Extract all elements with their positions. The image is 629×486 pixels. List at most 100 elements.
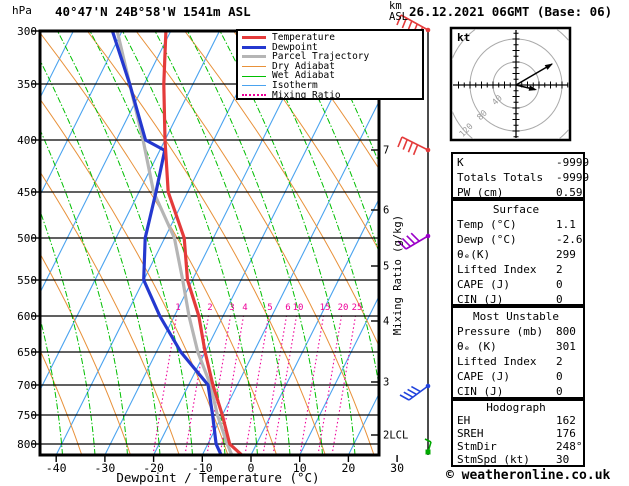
row-label: Temp (°C) [457, 218, 517, 231]
legend-item: Wet Adiabat [242, 71, 422, 81]
row-label: Totals Totals [457, 171, 544, 184]
table-row: CIN (J) 0 [457, 292, 583, 307]
legend-swatch [242, 85, 266, 87]
table-header: Most Unstable [472, 310, 560, 323]
table-row: Totals Totals -9999 [457, 170, 589, 185]
table-row: Pressure (mb) 800 [457, 324, 583, 339]
svg-text:3: 3 [229, 303, 234, 313]
svg-text:350: 350 [17, 78, 37, 91]
table-row: Lifted Index 2 [457, 262, 583, 277]
surface-table: Surface Temp (°C) 1.1 Dewp (°C) -2.6 θₑ(K) 299… [451, 199, 585, 306]
svg-text:25: 25 [352, 303, 363, 313]
svg-text:500: 500 [17, 232, 37, 245]
row-value: 1.1 [556, 218, 576, 231]
svg-text:800: 800 [17, 438, 37, 451]
svg-text:450: 450 [17, 186, 37, 199]
altitude-axis-unit: km ASL [389, 1, 408, 23]
svg-text:7: 7 [383, 145, 389, 157]
table-row: θₑ (K) 301 [457, 339, 583, 354]
legend-swatch [242, 45, 266, 49]
table-row: StmSpd (kt) 30 [457, 452, 583, 467]
datetime-title: 26.12.2021 06GMT (Base: 06) [409, 4, 613, 19]
row-value: 0 [556, 370, 563, 383]
wind-barb [397, 136, 431, 156]
legend: Temperature Dewpoint Parcel Trajectory Dry … [236, 29, 424, 100]
svg-text:10: 10 [293, 303, 304, 313]
row-value: -9999 [556, 171, 590, 184]
table-row: CIN (J) 0 [457, 384, 583, 399]
legend-swatch [242, 94, 266, 97]
row-value: -9999 [556, 156, 590, 169]
svg-text:20: 20 [338, 303, 349, 313]
svg-text:300: 300 [17, 25, 37, 38]
svg-text:30: 30 [390, 461, 404, 475]
mixing-ratio-axis-label: Mixing Ratio (g/kg) [392, 214, 404, 336]
svg-text:650: 650 [17, 346, 37, 359]
svg-text:4: 4 [383, 316, 389, 328]
table-row: PW (cm) 0.59 [457, 185, 583, 200]
svg-text:2LCL: 2LCL [383, 430, 408, 442]
legend-swatch [242, 36, 266, 40]
row-value: 0 [556, 293, 563, 306]
row-label: StmSpd (kt) [457, 452, 530, 466]
table-row: Temp (°C) 1.1 [457, 217, 583, 232]
row-label: Pressure (mb) [457, 325, 544, 338]
station-title: 40°47'N 24B°58'W 1541m ASL [55, 4, 251, 19]
row-value: 0.59 [556, 186, 583, 199]
row-label: K [457, 156, 464, 169]
svg-text:2: 2 [207, 303, 212, 313]
row-label: CIN (J) [457, 293, 504, 306]
row-value: 176 [556, 426, 576, 440]
skewt-sounding-page: { "header": { "pressure_unit": "hPa", "s… [0, 0, 629, 486]
svg-text:-40: -40 [46, 461, 67, 475]
table-header: Hodograph [486, 401, 546, 414]
wind-barb [399, 383, 431, 401]
row-label: CAPE (J) [457, 278, 510, 291]
svg-text:6: 6 [383, 205, 389, 217]
svg-text:600: 600 [17, 310, 37, 323]
legend-label: Mixing Ratio [272, 89, 341, 101]
hodograph: 4080120kt [449, 26, 572, 142]
svg-text:400: 400 [17, 134, 37, 147]
legend-swatch [242, 75, 266, 77]
row-value: 30 [556, 452, 570, 466]
row-value: 0 [556, 278, 563, 291]
row-label: CAPE (J) [457, 370, 510, 383]
footer-credit: © weatheronline.co.uk [446, 468, 611, 483]
svg-text:700: 700 [17, 379, 37, 392]
row-value: 162 [556, 413, 576, 427]
table-row: θₑ(K) 299 [457, 247, 583, 262]
row-label: Lifted Index [457, 355, 537, 368]
row-value: 0 [556, 385, 563, 398]
most-unstable-table: Most Unstable Pressure (mb) 800 θₑ (K) 301 Li… [451, 306, 585, 399]
row-value: 301 [556, 340, 576, 353]
table-header: Surface [492, 203, 540, 216]
row-label: SREH [457, 426, 484, 440]
svg-text:kt: kt [457, 31, 470, 44]
row-label: θₑ (K) [457, 340, 497, 353]
row-label: θₑ(K) [457, 248, 491, 261]
dewpoint-curve [110, 31, 223, 455]
row-label: StmDir [457, 439, 497, 453]
table-row: Dewp (°C) -2.6 [457, 232, 583, 247]
svg-text:3: 3 [383, 377, 389, 389]
row-label: EH [457, 413, 471, 427]
row-value: 2 [556, 355, 563, 368]
table-row: K -9999 [457, 155, 589, 170]
legend-item: Mixing Ratio [242, 89, 422, 101]
row-value: 800 [556, 325, 576, 338]
pressure-axis: 300 350 400 450 500 550 600 650 700 750 800 [17, 25, 39, 451]
svg-text:4: 4 [242, 303, 247, 313]
table-row: CAPE (J) 0 [457, 277, 583, 292]
svg-text:20: 20 [341, 461, 355, 475]
legend-swatch [242, 66, 266, 68]
row-value: -2.6 [556, 233, 583, 246]
legend-swatch [242, 55, 266, 59]
svg-text:750: 750 [17, 409, 37, 422]
row-label: Dewp (°C) [457, 233, 517, 246]
indices-table: K -9999 Totals Totals -9999 PW (cm) 0.59 [451, 152, 589, 200]
row-value: 299 [556, 248, 576, 261]
svg-text:6: 6 [285, 303, 290, 313]
svg-text:5: 5 [267, 303, 272, 313]
row-label: Lifted Index [457, 263, 537, 276]
